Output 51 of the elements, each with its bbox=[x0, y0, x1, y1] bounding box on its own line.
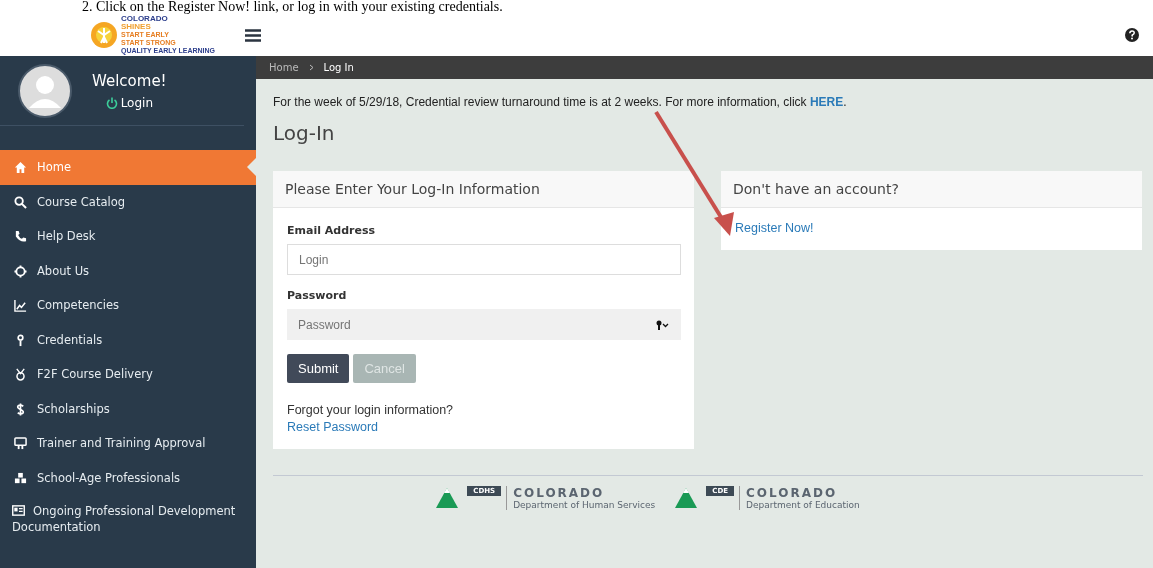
key-icon[interactable] bbox=[656, 320, 669, 330]
breadcrumb-item[interactable]: Home bbox=[269, 62, 299, 73]
board-icon bbox=[14, 437, 27, 450]
page-title: Log-In bbox=[273, 121, 336, 145]
cubes-icon bbox=[14, 471, 27, 485]
gear-icon bbox=[14, 264, 27, 278]
home-icon bbox=[14, 161, 27, 174]
dollar-icon bbox=[14, 402, 27, 416]
sidebar-item[interactable]: School-Age Professionals bbox=[0, 460, 256, 495]
agency-name: COLORADO bbox=[746, 486, 839, 500]
sidebar-item[interactable]: F2F Course Delivery bbox=[0, 357, 256, 392]
welcome-text: Welcome! bbox=[92, 71, 167, 90]
sidebar-item[interactable]: Competencies bbox=[0, 288, 256, 323]
card-title: Please Enter Your Log-In Information bbox=[273, 171, 694, 208]
sidebar-item[interactable]: Help Desk bbox=[0, 219, 256, 254]
id-card-icon bbox=[12, 504, 25, 517]
sidebar-item[interactable]: Scholarships bbox=[0, 391, 256, 426]
logo-text: SHINES bbox=[121, 23, 152, 31]
sun-figure-icon bbox=[90, 21, 118, 49]
department-name: Department of Education bbox=[746, 500, 860, 510]
agency-name: COLORADO bbox=[513, 486, 606, 500]
help-icon[interactable] bbox=[1125, 28, 1139, 42]
avatar-icon bbox=[18, 63, 72, 118]
breadcrumb-item: Log In bbox=[323, 62, 354, 73]
medal-icon bbox=[14, 368, 27, 381]
field-label: Password bbox=[287, 289, 348, 302]
reset-password-link[interactable]: Reset Password bbox=[287, 420, 378, 434]
key-icon bbox=[14, 333, 27, 347]
register-link[interactable]: Register Now! bbox=[735, 221, 814, 235]
forgot-text: Forgot your login information? bbox=[287, 403, 455, 417]
phone-icon bbox=[14, 230, 27, 243]
search-icon bbox=[14, 195, 27, 209]
power-icon bbox=[105, 96, 118, 109]
department-name: Department of Human Services bbox=[513, 500, 656, 510]
sidebar-item[interactable]: Course Catalog bbox=[0, 184, 256, 219]
sidebar-item[interactable]: Credentials bbox=[0, 322, 256, 357]
email-field[interactable]: Login bbox=[287, 244, 681, 275]
field-label: Email Address bbox=[287, 224, 376, 237]
sidebar-item[interactable]: About Us bbox=[0, 253, 256, 288]
sidebar-item[interactable]: Trainer and Training Approval bbox=[0, 426, 256, 461]
sidebar-item[interactable]: Ongoing Professional Development Documentation bbox=[0, 495, 256, 535]
login-link[interactable]: Login bbox=[105, 95, 153, 110]
notice-text: For the week of 5/29/18, Credential review turnaround time is at 2 weeks. For more information, click HERE. bbox=[273, 95, 848, 109]
instruction-text: 2. Click on the Register Now! link, or log in with your existing credentials. bbox=[81, 0, 504, 14]
password-field[interactable]: Password bbox=[287, 309, 681, 340]
chart-icon bbox=[14, 299, 27, 312]
logo-text: COLORADO bbox=[121, 15, 169, 23]
submit-button[interactable]: Submit bbox=[287, 354, 350, 383]
menu-icon[interactable] bbox=[245, 28, 261, 42]
chevron-icon bbox=[308, 64, 314, 71]
card-title: Don't have an account? bbox=[721, 171, 1142, 208]
